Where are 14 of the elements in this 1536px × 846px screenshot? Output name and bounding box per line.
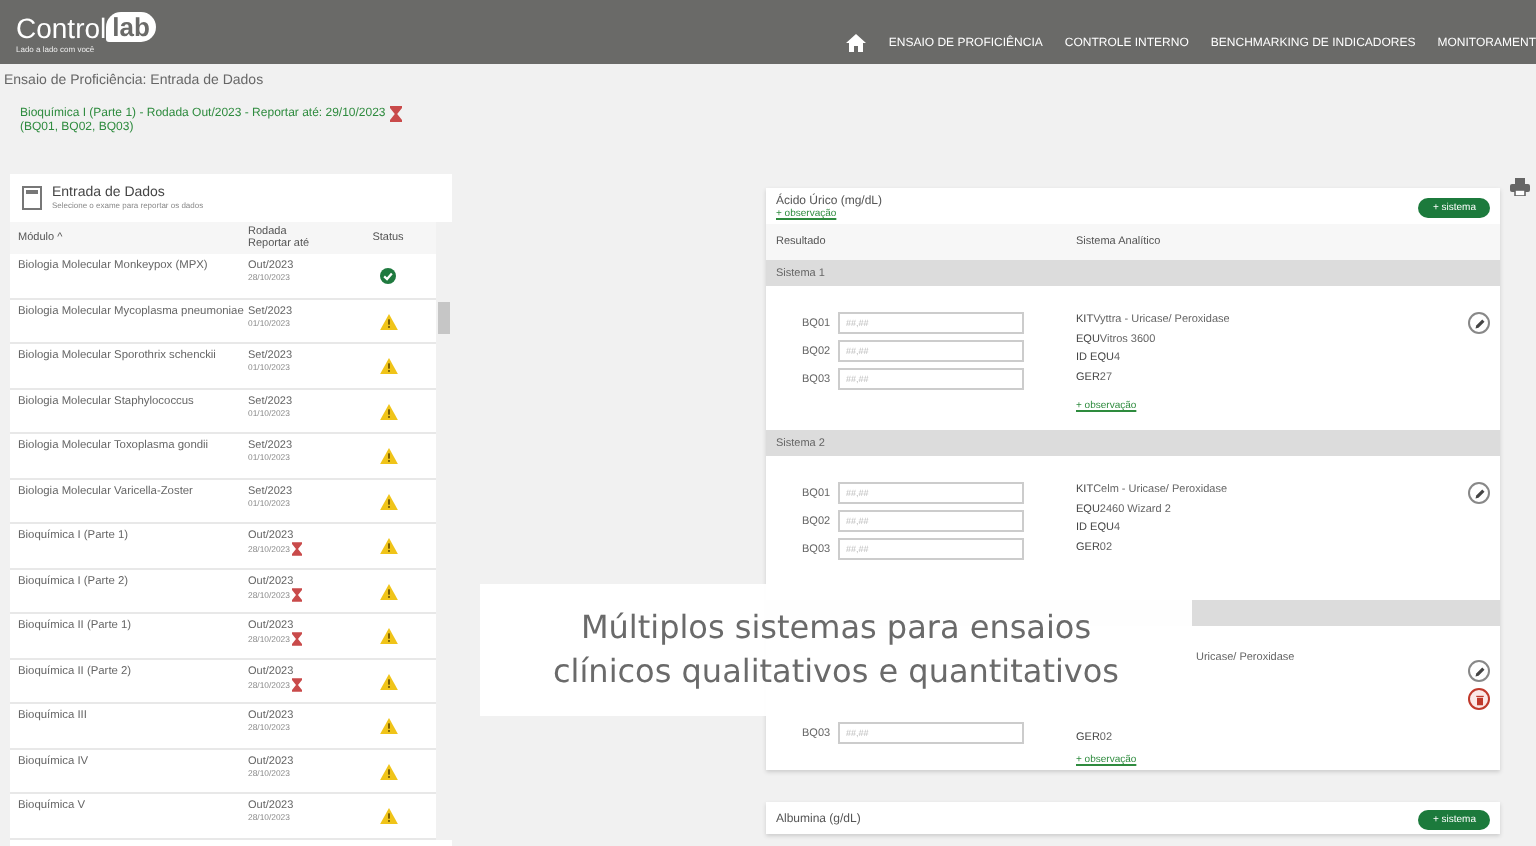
caption-text: clínicos qualitativos e quantitativos <box>552 650 1120 694</box>
edit-button[interactable] <box>1468 660 1490 682</box>
edit-button[interactable] <box>1468 312 1490 334</box>
caption-text: Múltiplos sistemas para ensaios <box>580 606 1092 650</box>
home-icon[interactable] <box>846 34 867 52</box>
delete-button[interactable] <box>1468 688 1490 710</box>
printer-icon[interactable] <box>1510 178 1530 196</box>
document-icon <box>22 186 42 210</box>
pencil-icon <box>1473 317 1485 329</box>
pencil-icon <box>1473 487 1485 499</box>
edit-button[interactable] <box>1468 482 1490 504</box>
pencil-icon <box>1473 665 1485 677</box>
scrollbar[interactable] <box>436 222 452 839</box>
trash-icon <box>1473 693 1485 705</box>
